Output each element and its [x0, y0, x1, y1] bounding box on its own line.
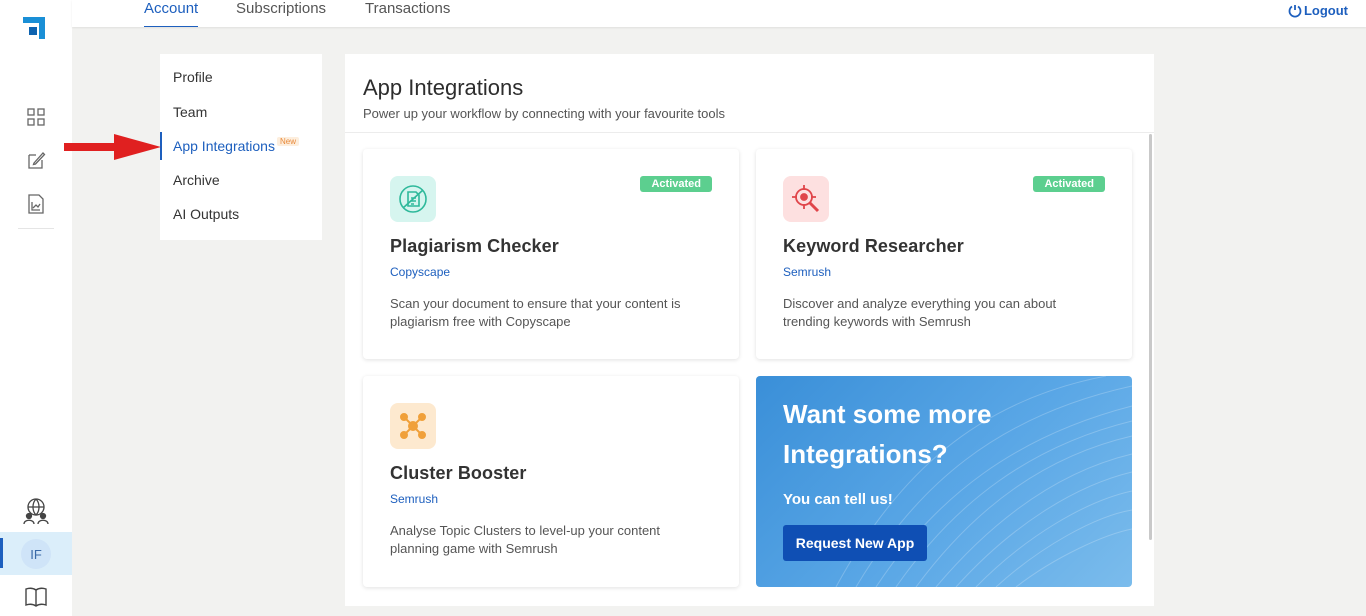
integration-provider: Copyscape: [390, 265, 451, 279]
page-subtitle: Power up your workflow by connecting wit…: [363, 106, 726, 121]
integration-description: Discover and analyze everything you can …: [783, 296, 1057, 329]
menu-item-ai-outputs[interactable]: AI Outputs: [160, 200, 322, 228]
request-integration-card: Want some more Integrations? You can tel…: [756, 376, 1132, 587]
edit-document-icon[interactable]: [24, 148, 48, 172]
rail-divider: [18, 228, 54, 229]
logout-icon: [1288, 4, 1302, 17]
plagiarism-icon: [390, 176, 436, 222]
analytics-icon[interactable]: [24, 192, 48, 216]
integration-provider: Semrush: [783, 265, 832, 279]
guide-book-icon[interactable]: [24, 585, 48, 609]
app-logo[interactable]: [23, 17, 45, 39]
status-badge: Activated: [640, 176, 712, 192]
settings-menu: Profile Team App Integrations New Archive…: [160, 54, 322, 240]
page-title: App Integrations: [363, 75, 524, 100]
integration-card-keyword-researcher[interactable]: Activated Keyword Researcher Semrush Dis…: [756, 149, 1132, 359]
logout-button[interactable]: Logout: [1288, 3, 1348, 18]
integration-name: Plagiarism Checker: [390, 236, 559, 256]
new-badge: New: [276, 137, 299, 146]
tab-account[interactable]: Account: [144, 0, 199, 27]
menu-item-profile[interactable]: Profile: [160, 63, 322, 91]
integration-card-cluster-booster[interactable]: Cluster Booster Semrush Analyse Topic Cl…: [363, 376, 739, 587]
menu-item-label: App Integrations: [173, 138, 275, 154]
integration-name: Cluster Booster: [390, 463, 527, 483]
tab-subscriptions[interactable]: Subscriptions: [236, 0, 326, 27]
annotation-arrow-icon: [64, 134, 161, 160]
dashboard-icon[interactable]: [24, 105, 48, 129]
integration-provider: Semrush: [390, 492, 439, 506]
left-rail: IF: [0, 0, 72, 616]
tab-transactions[interactable]: Transactions: [365, 0, 450, 27]
integrations-panel: App Integrations Power up your workflow …: [345, 54, 1154, 606]
menu-item-team[interactable]: Team: [160, 98, 322, 126]
integration-card-plagiarism-checker[interactable]: Activated Plagiarism Checker Copyscape S…: [363, 149, 739, 359]
scrollbar[interactable]: [1149, 134, 1152, 540]
top-nav: Account Subscriptions Transactions Logou…: [72, 0, 1366, 27]
community-icon[interactable]: [22, 497, 50, 525]
menu-item-app-integrations[interactable]: App Integrations New: [160, 132, 322, 160]
avatar[interactable]: IF: [21, 539, 51, 569]
promo-subtext: You can tell us!: [783, 491, 893, 508]
panel-header: App Integrations Power up your workflow …: [345, 54, 1154, 133]
promo-headline: Want some more Integrations?: [783, 399, 992, 469]
request-new-app-button[interactable]: Request New App: [783, 525, 927, 561]
integration-description: Analyse Topic Clusters to level-up your …: [390, 523, 661, 556]
menu-item-archive[interactable]: Archive: [160, 166, 322, 194]
logout-label: Logout: [1303, 3, 1348, 18]
keyword-target-icon: [783, 176, 829, 222]
status-badge: Activated: [1033, 176, 1105, 192]
cluster-icon: [390, 403, 436, 449]
integration-name: Keyword Researcher: [783, 236, 964, 256]
integration-description: Scan your document to ensure that your c…: [390, 296, 681, 329]
